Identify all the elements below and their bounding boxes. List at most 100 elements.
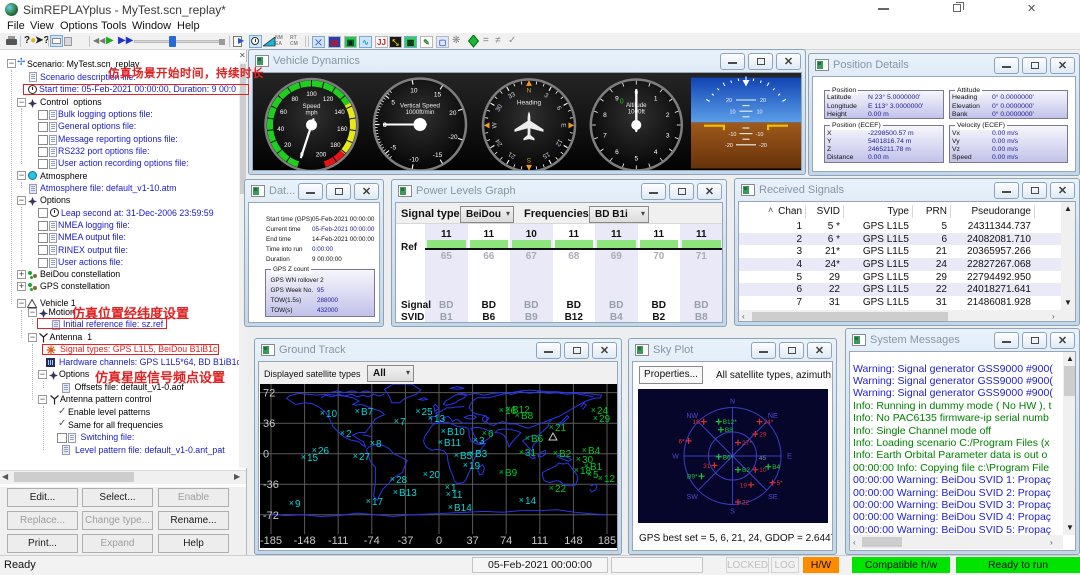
svg-text:11: 11: [452, 490, 463, 501]
svg-text:×: ×: [576, 454, 581, 464]
svg-text:×: ×: [394, 416, 399, 426]
svg-text:16: 16: [692, 419, 700, 426]
svg-text:S: S: [526, 156, 531, 163]
svg-text:0: 0: [436, 535, 442, 547]
svg-text:20: 20: [760, 98, 766, 104]
svg-text:×: ×: [482, 428, 487, 438]
svg-text:-20: -20: [725, 143, 733, 149]
svg-text:Heading: Heading: [517, 99, 542, 106]
svg-text:80: 80: [291, 96, 298, 103]
svg-text:60: 60: [280, 109, 287, 116]
svg-text:-36: -36: [263, 479, 279, 491]
svg-text:×: ×: [301, 452, 306, 462]
svg-text:×: ×: [423, 469, 428, 479]
svg-text:B10: B10: [447, 427, 465, 438]
svg-text:-10: -10: [409, 156, 419, 163]
svg-text:24*: 24*: [764, 419, 774, 426]
svg-text:10: 10: [410, 87, 418, 94]
svg-text:19: 19: [469, 461, 481, 472]
svg-text:mph: mph: [305, 110, 318, 117]
svg-text:20: 20: [726, 98, 732, 104]
svg-text:6: 6: [615, 149, 619, 156]
svg-text:N: N: [730, 399, 735, 406]
svg-text:-20: -20: [759, 143, 767, 149]
svg-text:160: 160: [337, 126, 348, 133]
svg-text:E: E: [787, 454, 792, 461]
svg-text:5: 5: [391, 99, 395, 106]
svg-text:2: 2: [666, 112, 670, 119]
svg-text:B6: B6: [531, 434, 544, 445]
svg-text:×: ×: [469, 448, 474, 458]
svg-text:W: W: [491, 121, 498, 128]
svg-text:40: 40: [277, 126, 284, 133]
svg-text:10: 10: [759, 467, 767, 474]
svg-text:185: 185: [598, 535, 616, 547]
svg-text:29: 29: [599, 414, 611, 425]
svg-text:×: ×: [446, 489, 451, 499]
svg-text:-5: -5: [390, 144, 396, 151]
svg-text:-185: -185: [260, 535, 282, 547]
svg-text:45: 45: [759, 455, 767, 462]
svg-text:19: 19: [740, 482, 748, 489]
svg-text:-74: -74: [364, 535, 380, 547]
svg-text:B6*: B6*: [723, 454, 734, 461]
svg-text:×: ×: [415, 406, 420, 416]
svg-text:5: 5: [634, 155, 638, 162]
svg-text:×: ×: [499, 405, 504, 415]
svg-text:0: 0: [620, 99, 624, 106]
svg-text:28: 28: [396, 475, 408, 486]
svg-text:×: ×: [366, 496, 371, 506]
svg-text:S: S: [730, 509, 735, 516]
svg-text:B9: B9: [505, 468, 518, 479]
svg-text:22: 22: [742, 500, 750, 507]
svg-text:27: 27: [359, 452, 371, 463]
svg-text:-10: -10: [729, 132, 737, 138]
svg-text:-37: -37: [397, 535, 413, 547]
svg-text:×: ×: [428, 413, 433, 423]
svg-text:111: 111: [531, 535, 548, 547]
svg-text:8: 8: [603, 112, 607, 119]
svg-text:20: 20: [449, 110, 457, 117]
svg-text:9: 9: [615, 96, 619, 103]
svg-text:1: 1: [654, 96, 658, 103]
svg-text:×: ×: [593, 413, 598, 423]
svg-text:-111: -111: [328, 535, 348, 547]
svg-text:SW: SW: [687, 494, 699, 501]
svg-text:B2: B2: [742, 467, 750, 474]
svg-text:10: 10: [326, 409, 338, 420]
svg-text:31: 31: [703, 463, 711, 470]
svg-text:31: 31: [525, 448, 537, 459]
svg-text:10: 10: [756, 109, 762, 115]
svg-text:8: 8: [376, 439, 382, 450]
svg-text:17: 17: [372, 497, 384, 508]
svg-text:72: 72: [263, 388, 275, 400]
svg-text:×: ×: [499, 467, 504, 477]
svg-text:0: 0: [383, 122, 387, 129]
svg-text:9: 9: [295, 499, 301, 510]
svg-text:×: ×: [463, 460, 468, 470]
svg-text:140: 140: [334, 109, 345, 116]
svg-text:×: ×: [549, 483, 554, 493]
svg-text:×: ×: [519, 495, 524, 505]
svg-text:B8: B8: [725, 427, 733, 434]
svg-text:1000ft/min: 1000ft/min: [406, 109, 435, 116]
svg-text:×: ×: [289, 498, 294, 508]
svg-text:100: 100: [306, 91, 317, 98]
svg-text:×: ×: [454, 450, 459, 460]
svg-text:22: 22: [555, 484, 567, 495]
svg-text:3: 3: [666, 133, 670, 140]
svg-text:200: 200: [316, 152, 327, 159]
svg-text:B11: B11: [444, 438, 461, 449]
svg-text:7: 7: [603, 133, 607, 140]
svg-text:SE: SE: [768, 494, 778, 501]
svg-text:37: 37: [466, 535, 478, 547]
svg-text:21: 21: [555, 423, 567, 434]
svg-text:×: ×: [393, 487, 398, 497]
svg-text:74: 74: [500, 535, 512, 547]
svg-text:180: 180: [330, 142, 341, 149]
svg-text:B13: B13: [399, 488, 417, 499]
svg-text:7: 7: [400, 417, 406, 428]
svg-text:B3: B3: [475, 449, 488, 460]
svg-text:5*: 5*: [777, 480, 784, 487]
svg-text:×: ×: [320, 408, 325, 418]
